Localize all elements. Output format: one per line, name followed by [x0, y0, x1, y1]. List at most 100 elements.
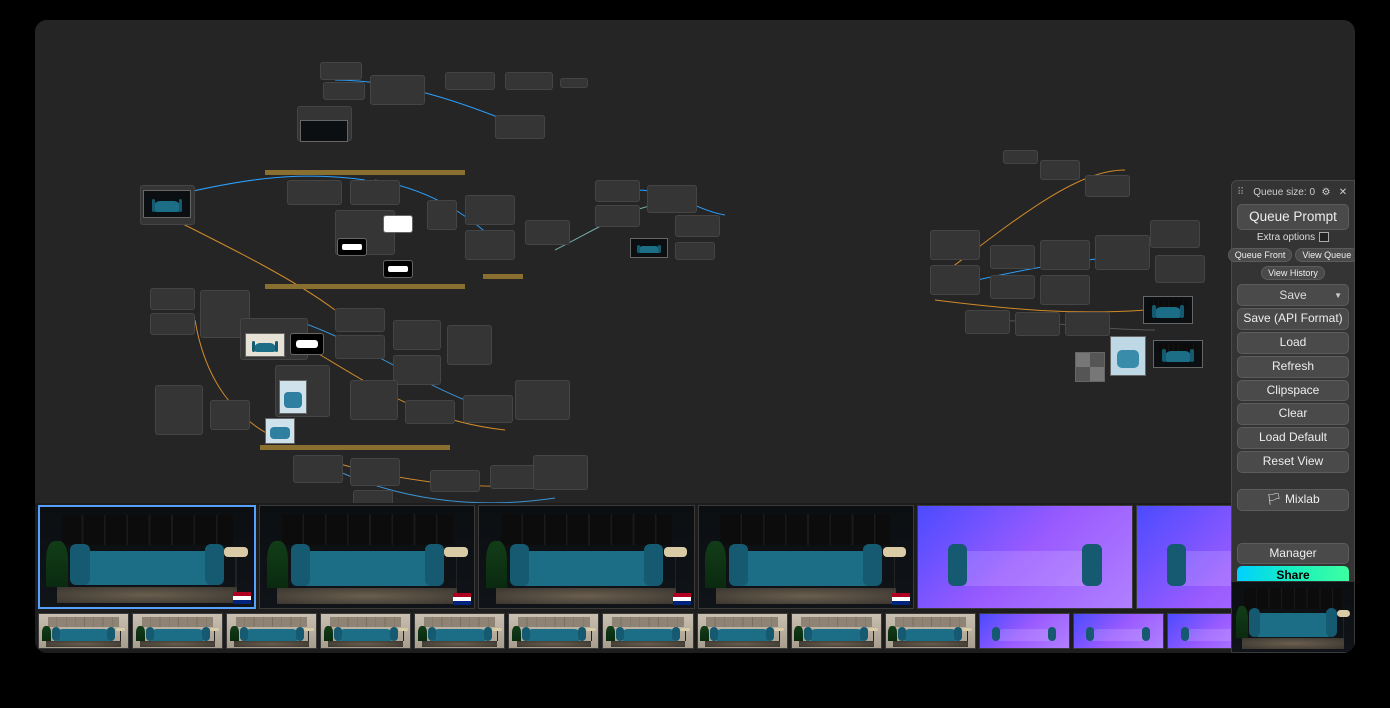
node[interactable] [1085, 175, 1130, 197]
thumbnail[interactable] [38, 613, 129, 649]
thumbnail[interactable] [38, 505, 256, 609]
node[interactable] [445, 72, 495, 90]
node-preview [143, 190, 191, 218]
node-graph-canvas[interactable] [35, 20, 1355, 503]
mask-preview [383, 215, 413, 233]
node[interactable] [323, 82, 365, 100]
thumbnail[interactable] [602, 613, 693, 649]
drag-handle-icon[interactable]: ⠿ [1237, 187, 1245, 198]
node[interactable] [405, 400, 455, 424]
node[interactable] [430, 470, 480, 492]
node[interactable] [965, 310, 1010, 334]
node[interactable] [335, 335, 385, 359]
node[interactable] [990, 245, 1035, 269]
thumbnail[interactable] [478, 505, 694, 609]
clear-button[interactable]: Clear [1237, 403, 1349, 425]
view-queue-button[interactable]: View Queue [1295, 248, 1355, 262]
node[interactable] [150, 288, 195, 310]
refresh-button[interactable]: Refresh [1237, 356, 1349, 378]
save-api-button[interactable]: Save (API Format) [1237, 308, 1349, 330]
node[interactable] [427, 200, 457, 230]
node[interactable] [465, 230, 515, 260]
node[interactable] [1150, 220, 1200, 248]
manager-button[interactable]: Manager [1237, 543, 1349, 565]
node[interactable] [393, 320, 441, 350]
node[interactable] [1003, 150, 1038, 164]
node[interactable] [515, 380, 570, 420]
gear-icon[interactable]: ⚙ [1320, 186, 1332, 198]
node[interactable] [1040, 275, 1090, 305]
thumbnail[interactable] [917, 505, 1133, 609]
thumbnail[interactable] [979, 613, 1070, 649]
node[interactable] [350, 380, 398, 420]
node[interactable] [335, 308, 385, 332]
thumbnail[interactable] [320, 613, 411, 649]
thumbnail[interactable] [1073, 613, 1164, 649]
output-preview [1110, 336, 1146, 376]
node[interactable] [1155, 255, 1205, 283]
view-history-button[interactable]: View History [1261, 266, 1325, 280]
side-thumbnail[interactable] [1231, 581, 1355, 653]
thumbnail[interactable] [791, 613, 882, 649]
save-select[interactable]: Save ▼ [1237, 284, 1349, 306]
panel-header[interactable]: ⠿ Queue size: 0 ⚙ ✕ [1237, 185, 1349, 202]
node[interactable] [293, 455, 343, 483]
queue-size-value: 0 [1309, 187, 1315, 198]
node[interactable] [990, 275, 1035, 299]
node[interactable] [150, 313, 195, 335]
node[interactable] [1065, 312, 1110, 336]
load-default-button[interactable]: Load Default [1237, 427, 1349, 449]
node[interactable] [505, 72, 553, 90]
thumbnail[interactable] [226, 613, 317, 649]
node[interactable] [490, 465, 538, 489]
thumbnail[interactable] [259, 505, 475, 609]
output-preview [1153, 340, 1203, 368]
extra-options-checkbox[interactable] [1319, 232, 1329, 242]
clipspace-button[interactable]: Clipspace [1237, 380, 1349, 402]
mask-preview [337, 238, 367, 256]
node[interactable] [495, 115, 545, 139]
node[interactable] [595, 180, 640, 202]
node[interactable] [1040, 240, 1090, 270]
thumbnail[interactable] [697, 613, 788, 649]
node[interactable] [155, 385, 203, 435]
node[interactable] [320, 62, 362, 80]
node[interactable] [930, 265, 980, 295]
node[interactable] [560, 78, 588, 88]
node[interactable] [210, 400, 250, 430]
node[interactable] [647, 185, 697, 213]
thumbnail[interactable] [885, 613, 976, 649]
node[interactable] [533, 455, 588, 490]
node[interactable] [393, 355, 441, 385]
node[interactable] [675, 215, 720, 237]
node[interactable] [1095, 235, 1150, 270]
close-icon[interactable]: ✕ [1337, 186, 1349, 198]
flag-icon: 🏳 [1266, 492, 1281, 506]
queue-front-button[interactable]: Queue Front [1228, 248, 1293, 262]
node[interactable] [595, 205, 640, 227]
thumbnail[interactable] [414, 613, 505, 649]
node[interactable] [1015, 312, 1060, 336]
node[interactable] [350, 180, 400, 205]
node[interactable] [447, 325, 492, 365]
node[interactable] [350, 458, 400, 486]
load-button[interactable]: Load [1237, 332, 1349, 354]
group-bar [265, 284, 465, 289]
node[interactable] [930, 230, 980, 260]
queue-prompt-button[interactable]: Queue Prompt [1237, 204, 1349, 230]
thumbnail[interactable] [698, 505, 914, 609]
node[interactable] [1040, 160, 1080, 180]
thumbnail[interactable] [132, 613, 223, 649]
reset-view-button[interactable]: Reset View [1237, 451, 1349, 473]
mixlab-button[interactable]: 🏳 Mixlab [1237, 489, 1349, 511]
node[interactable] [463, 395, 513, 423]
node[interactable] [287, 180, 342, 205]
node-preview [265, 418, 295, 444]
node[interactable] [675, 242, 715, 260]
node[interactable] [465, 195, 515, 225]
mask-preview [383, 260, 413, 278]
node[interactable] [370, 75, 425, 105]
extra-options-row[interactable]: Extra options [1237, 232, 1349, 243]
node[interactable] [525, 220, 570, 245]
thumbnail[interactable] [508, 613, 599, 649]
